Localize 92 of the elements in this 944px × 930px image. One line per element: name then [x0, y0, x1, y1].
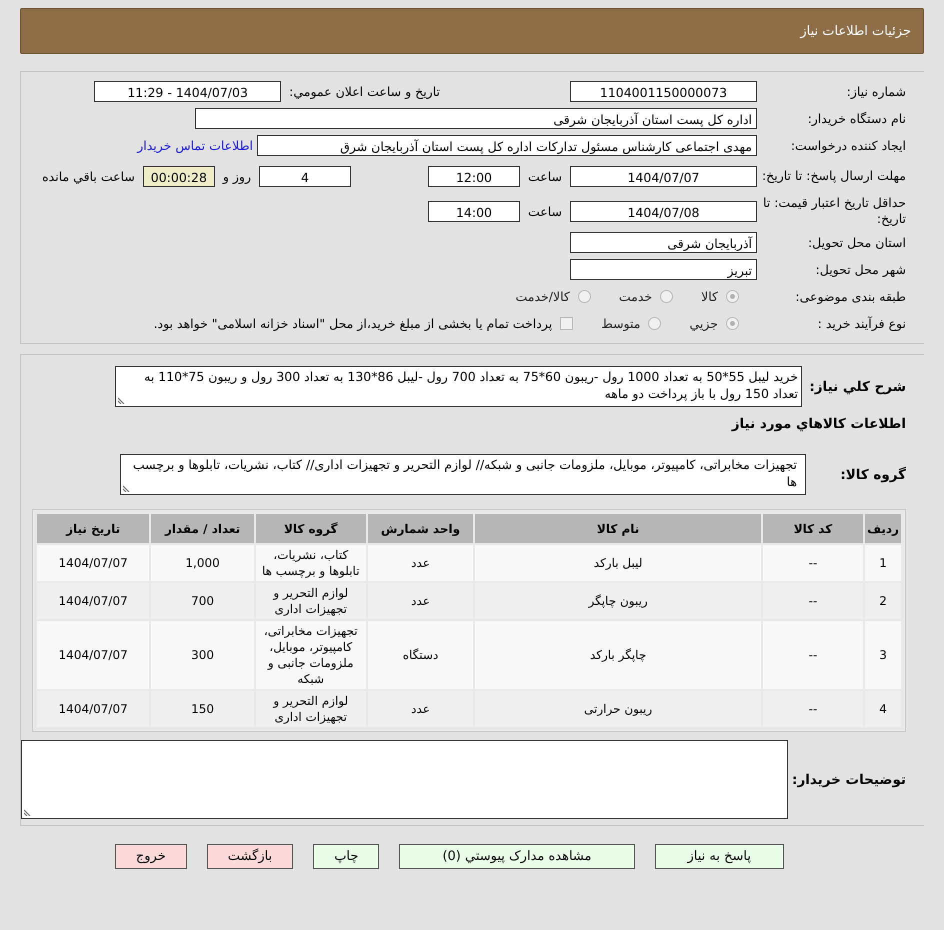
option-label: متوسط	[601, 316, 640, 331]
description-field[interactable]: خرید لیبل 55*50 به تعداد 1000 رول -ریبون 60*75 به تعداد 700 رول -لیبل 86*130 به تعداد 300 رول و ریبون 75*110 به تعداد 150 رول با باز پرداخت دو ماهه	[115, 366, 802, 407]
field-label: استان محل تحویل:	[806, 235, 906, 250]
text-field[interactable]: اداره کل پست استان آذربایجان شرقی	[195, 108, 757, 129]
countdown-field[interactable]: 00:00:28	[142, 166, 215, 186]
text-field[interactable]: مهدی اجتماعی کارشناس مسئول تدارکات اداره کل پست استان آذربایجان شرق	[257, 135, 757, 156]
section-heading: اطلاعات كالاهاي مورد نياز	[730, 415, 906, 434]
field-label: ساعت	[528, 168, 562, 184]
table-cell: --	[762, 691, 864, 727]
option-label: خدمت	[618, 289, 652, 304]
table-cell: --	[762, 583, 864, 619]
resize-grip-icon[interactable]	[24, 809, 31, 816]
radio-button[interactable]	[648, 317, 662, 330]
action-button[interactable]: بازگشت	[206, 844, 294, 869]
field-label: توضیحات خریدار:	[791, 772, 906, 788]
table-cell: لوازم التحریر و تجهیزات اداری	[256, 691, 366, 727]
text-field[interactable]: آذربایجان شرقی	[570, 232, 757, 253]
table-cell: دستگاه	[368, 621, 474, 689]
radio-button[interactable]	[578, 290, 591, 303]
radio-button[interactable]	[726, 317, 739, 330]
column-header: ردیف	[865, 514, 901, 543]
option-label: كالا/خدمت	[515, 289, 570, 304]
radio-button[interactable]	[726, 290, 739, 303]
table-cell: عدد	[368, 583, 474, 619]
table-cell: ریبون حرارتی	[475, 691, 761, 727]
notes-field[interactable]	[21, 740, 788, 819]
goods-group-field[interactable]: تجهیزات مخابراتی، کامپیوتر، موبایل، ملزومات جانبی و شبکه// لوازم التحریر و تجهیزات اداری// کتاب، نشریات، تابلوها و برچسب ها	[120, 454, 806, 495]
table-cell: 1404/07/07	[37, 621, 150, 689]
field-label: نام دستگاه خریدار:	[806, 111, 906, 126]
date-field[interactable]: 1404/07/07	[570, 166, 757, 186]
description-text: خرید لیبل 55*50 به تعداد 1000 رول -ریبون 60*75 به تعداد 700 رول -لیبل 86*130 به تعداد 300 رول و ریبون 75*110 به تعداد 150 رول با باز پرداخت دو ماهه	[144, 369, 798, 401]
table-cell: 2	[865, 583, 901, 619]
column-header: گروه کالا	[256, 514, 366, 543]
column-header: نام کالا	[475, 514, 761, 543]
contact-link[interactable]: اطلاعات تماس خریدار	[137, 138, 253, 153]
field-label: ساعت باقي مانده	[42, 168, 135, 184]
text-field[interactable]: 1404/07/03 - 11:29	[94, 81, 282, 102]
field-label: مهلت ارسال پاسخ: تا تاریخ:	[761, 168, 906, 184]
table-cell: 150	[151, 691, 254, 727]
table-cell: عدد	[368, 545, 474, 581]
table-cell: 1,000	[151, 545, 254, 581]
table-cell: 700	[151, 583, 254, 619]
field-label: شرح كلي نياز:	[808, 378, 906, 394]
field-label: شماره نیاز:	[846, 84, 906, 99]
goods-group-text: تجهیزات مخابراتی، کامپیوتر، موبایل، ملزومات جانبی و شبکه// لوازم التحریر و تجهیزات اداری// کتاب، نشریات، تابلوها و برچسب ها	[132, 457, 797, 489]
field-label: ایجاد کننده درخواست:	[790, 138, 906, 153]
field-label: شهر محل تحویل:	[814, 262, 906, 277]
action-button[interactable]: پاسخ به نیاز	[654, 844, 784, 869]
table-cell: 1	[865, 545, 901, 581]
field-label: گروه كالا:	[839, 466, 906, 482]
option-label: كالا	[701, 289, 718, 304]
column-header: کد کالا	[762, 514, 864, 543]
table-cell: چاپگر بارکد	[475, 621, 761, 689]
field-label: طبقه بندی موضوعی:	[794, 289, 906, 304]
table-cell: 1404/07/07	[37, 545, 150, 581]
table-cell: کتاب، نشریات، تابلوها و برچسب ها	[256, 545, 366, 581]
checkbox-label: پرداخت تمام یا بخشی از مبلغ خرید،از محل "اسناد خزانه اسلامی" خواهد بود.	[154, 316, 552, 331]
table-cell: عدد	[368, 691, 474, 727]
field-label: روز و	[222, 168, 251, 184]
option-label: جزيي	[689, 316, 718, 331]
checkbox[interactable]	[560, 317, 574, 330]
action-button[interactable]: چاپ	[313, 844, 380, 869]
page-title: جزئیات اطلاعات نیاز	[800, 24, 911, 38]
radio-button[interactable]	[660, 290, 674, 303]
resize-grip-icon[interactable]	[118, 397, 125, 404]
text-field[interactable]: تبریز	[570, 259, 757, 280]
text-field[interactable]: 4	[258, 166, 351, 186]
table-cell: ریبون چاپگر	[475, 583, 761, 619]
action-button[interactable]: خروج	[114, 844, 187, 869]
time-field[interactable]: 12:00	[428, 166, 520, 186]
date-field[interactable]: 1404/07/08	[570, 200, 757, 222]
table-cell: --	[762, 621, 864, 689]
action-button[interactable]: مشاهده مدارک پیوستي (0)	[399, 844, 634, 869]
table-cell: 1404/07/07	[37, 691, 150, 727]
field-label: حداقل تاریخ اعتبار قیمت: تا تاریخ:	[762, 195, 906, 227]
resize-grip-icon[interactable]	[123, 485, 130, 492]
table-cell: 300	[151, 621, 254, 689]
table-cell: 4	[865, 691, 901, 727]
field-label: ساعت	[528, 204, 562, 218]
column-header: واحد شمارش	[368, 514, 474, 543]
field-label: تاریخ و ساعت اعلان عمومي:	[289, 84, 440, 99]
column-header: تاریخ نیاز	[37, 514, 150, 543]
table-cell: لیبل بارکد	[475, 545, 761, 581]
table-cell: --	[762, 545, 864, 581]
table-cell: تجهیزات مخابراتی، کامپیوتر، موبایل، ملزومات جانبی و شبکه	[256, 621, 366, 689]
field-label: نوع فرآیند خرید :	[816, 316, 906, 331]
table-cell: 1404/07/07	[37, 583, 150, 619]
text-field[interactable]: 1104001150000073	[570, 81, 757, 102]
time-field[interactable]: 14:00	[428, 200, 520, 222]
table-cell: 3	[865, 621, 901, 689]
table-cell: لوازم التحریر و تجهیزات اداری	[256, 583, 366, 619]
column-header: تعداد / مقدار	[151, 514, 254, 543]
